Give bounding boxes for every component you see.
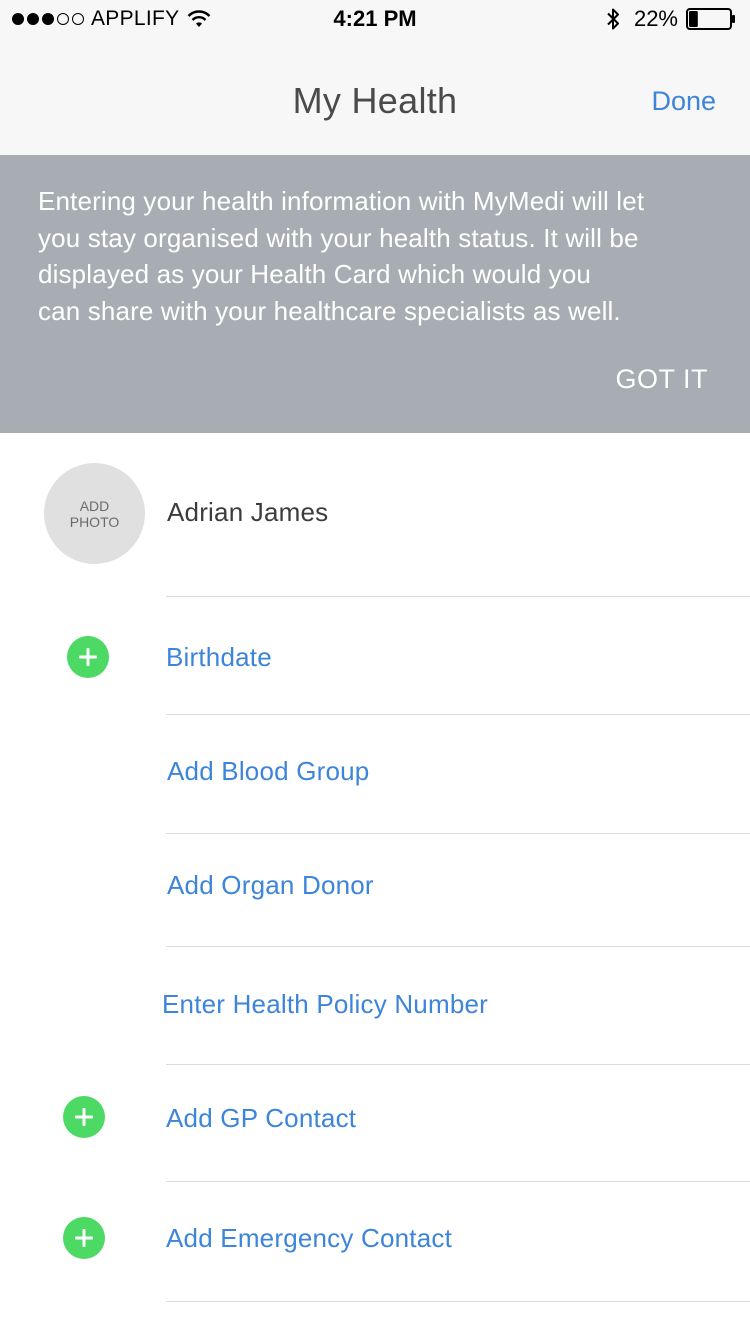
- banner-line: can share with your healthcare specialis…: [38, 295, 621, 326]
- add-organ-donor-item[interactable]: Add Organ Donor: [167, 870, 374, 901]
- divider: [166, 833, 750, 834]
- add-photo-button[interactable]: ADD PHOTO: [44, 463, 145, 564]
- divider: [166, 946, 750, 947]
- divider: [166, 1064, 750, 1065]
- battery-icon: [686, 8, 735, 30]
- got-it-button[interactable]: GOT IT: [615, 364, 708, 395]
- bluetooth-icon: [607, 8, 619, 30]
- avatar-label-line2: PHOTO: [69, 513, 120, 530]
- page-title: My Health: [292, 80, 458, 121]
- done-button[interactable]: Done: [651, 86, 716, 117]
- plus-circle-icon[interactable]: [63, 1096, 105, 1138]
- add-blood-group-item[interactable]: Add Blood Group: [167, 756, 369, 787]
- battery-percent: 22%: [633, 6, 678, 31]
- avatar-label-line1: ADD: [79, 497, 110, 514]
- status-right: 22%: [606, 6, 736, 32]
- banner-line: displayed as your Health Card which woul…: [38, 259, 592, 289]
- divider: [166, 1301, 750, 1302]
- banner-message: Entering your health information with My…: [38, 183, 718, 329]
- profile-name[interactable]: Adrian James: [167, 497, 328, 528]
- banner-line: Entering your health information with My…: [38, 186, 645, 216]
- add-gp-contact-item[interactable]: Add GP Contact: [166, 1103, 356, 1134]
- status-bar: APPLIFY 4:21 PM 22%: [0, 0, 750, 38]
- birthdate-item[interactable]: Birthdate: [166, 642, 272, 673]
- banner-line: you stay organised with your health stat…: [38, 222, 639, 253]
- divider: [166, 596, 750, 597]
- plus-circle-icon[interactable]: [67, 636, 109, 678]
- info-banner: Entering your health information with My…: [0, 155, 750, 433]
- divider: [166, 714, 750, 715]
- health-policy-number-item[interactable]: Enter Health Policy Number: [162, 989, 488, 1020]
- plus-circle-icon[interactable]: [63, 1217, 105, 1259]
- navigation-bar: My Health Done: [0, 38, 750, 155]
- divider: [166, 1181, 750, 1182]
- add-emergency-contact-item[interactable]: Add Emergency Contact: [166, 1223, 452, 1254]
